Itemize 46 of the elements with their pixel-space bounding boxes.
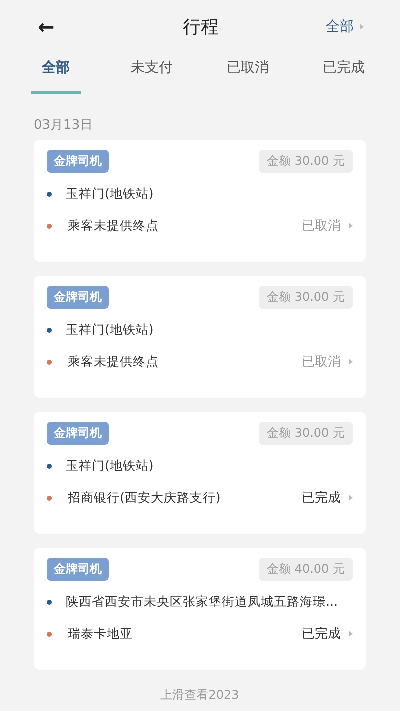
trip-status: 已完成 — [302, 626, 341, 643]
end-dot-icon — [47, 224, 52, 228]
driver-badge: 金牌司机 — [47, 558, 109, 580]
end-address: 招商银行(西安大庆路支行) — [68, 490, 221, 506]
driver-badge: 金牌司机 — [47, 422, 109, 444]
end-address: 乘客未提供终点 — [68, 218, 159, 234]
footer-hint: 上滑查看2023 — [160, 687, 240, 704]
end-dot-icon — [47, 632, 52, 636]
end-address: 瑞泰卡地亚 — [68, 626, 133, 642]
caret-icon — [349, 495, 353, 501]
trip-card[interactable]: 金牌司机 金额 30.00 元 玉祥门(地铁站) 乘客未提供终点 已取消 — [34, 140, 366, 262]
amount-tag: 金额 30.00 元 — [259, 422, 353, 444]
start-dot-icon — [47, 328, 52, 332]
start-address: 玉祥门(地铁站) — [66, 186, 154, 202]
amount-tag: 金额 30.00 元 — [259, 286, 353, 308]
amount-tag: 金额 30.00 元 — [259, 150, 353, 172]
end-dot-icon — [47, 360, 52, 364]
start-dot-icon — [47, 192, 52, 196]
end-address: 乘客未提供终点 — [68, 354, 159, 370]
tab[interactable]: 已取消 — [223, 54, 273, 94]
driver-badge: 金牌司机 — [47, 286, 109, 308]
filter-button[interactable]: 全部 — [326, 18, 354, 36]
trip-card[interactable]: 金牌司机 金额 30.00 元 玉祥门(地铁站) 招商银行(西安大庆路支行) 已完成 — [34, 412, 366, 534]
start-address: 玉祥门(地铁站) — [66, 322, 154, 338]
tab[interactable]: 已完成 — [319, 54, 369, 94]
amount-tag: 金额 40.00 元 — [259, 558, 353, 580]
start-address: 陕西省西安市未央区张家堡街道凤城五路海璟... — [66, 594, 338, 610]
start-dot-icon — [47, 464, 52, 468]
page-title: 行程 — [183, 16, 219, 39]
trip-status: 已取消 — [302, 218, 341, 235]
caret-icon — [360, 24, 364, 30]
tab[interactable]: 未支付 — [127, 54, 177, 94]
tab[interactable]: 全部 — [31, 54, 81, 94]
trip-card[interactable]: 金牌司机 金额 40.00 元 陕西省西安市未央区张家堡街道凤城五路海璟... 瑞泰卡地亚 已完成 — [34, 548, 366, 670]
caret-icon — [349, 223, 353, 229]
start-address: 玉祥门(地铁站) — [66, 458, 154, 474]
date-label: 03月13日 — [34, 117, 94, 135]
start-dot-icon — [47, 600, 52, 604]
trip-status: 已取消 — [302, 354, 341, 371]
driver-badge: 金牌司机 — [47, 150, 109, 172]
trip-card[interactable]: 金牌司机 金额 30.00 元 玉祥门(地铁站) 乘客未提供终点 已取消 — [34, 276, 366, 398]
end-dot-icon — [47, 496, 52, 500]
caret-icon — [349, 631, 353, 637]
trip-status: 已完成 — [302, 490, 341, 507]
caret-icon — [349, 359, 353, 365]
back-button[interactable]: ← — [38, 15, 55, 39]
